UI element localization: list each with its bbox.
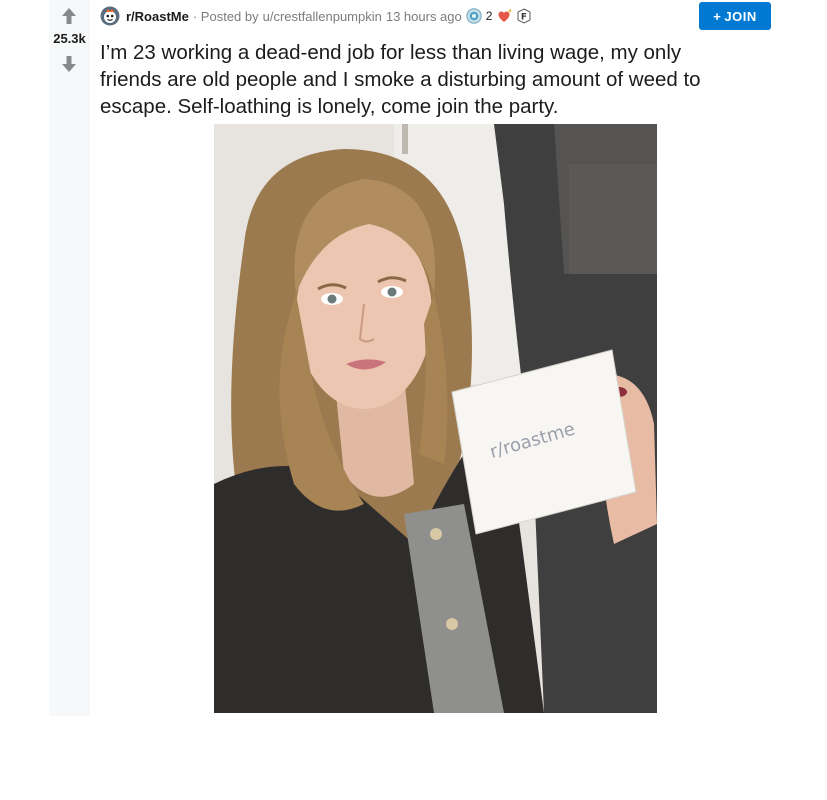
post-meta: r/RoastMe · Posted by u/crestfallenpumpk… <box>100 4 532 28</box>
vote-score: 25.3k <box>53 31 86 46</box>
downvote-arrow-icon[interactable] <box>57 52 81 76</box>
silver-award-icon[interactable] <box>466 8 482 24</box>
post-title[interactable]: I’m 23 working a dead-end job for less t… <box>100 39 740 120</box>
roastme-subreddit-icon[interactable] <box>100 6 120 26</box>
join-button[interactable]: + JOIN <box>699 2 771 30</box>
svg-text:F: F <box>521 13 527 23</box>
upvote-arrow-icon[interactable] <box>57 4 81 28</box>
join-label: JOIN <box>724 8 757 24</box>
post-image[interactable]: r/roastme <box>214 124 657 713</box>
f-award-icon[interactable]: F <box>516 8 532 24</box>
post-time: 13 hours ago <box>385 8 462 24</box>
posted-by-label: · Posted by <box>192 8 259 24</box>
award-count: 2 <box>485 9 493 23</box>
vote-column: 25.3k <box>49 0 90 716</box>
author-link[interactable]: u/crestfallenpumpkin <box>263 9 382 24</box>
join-plus-label: + <box>713 8 722 24</box>
subreddit-name[interactable]: r/RoastMe <box>126 9 189 24</box>
heart-award-icon[interactable] <box>496 8 512 24</box>
